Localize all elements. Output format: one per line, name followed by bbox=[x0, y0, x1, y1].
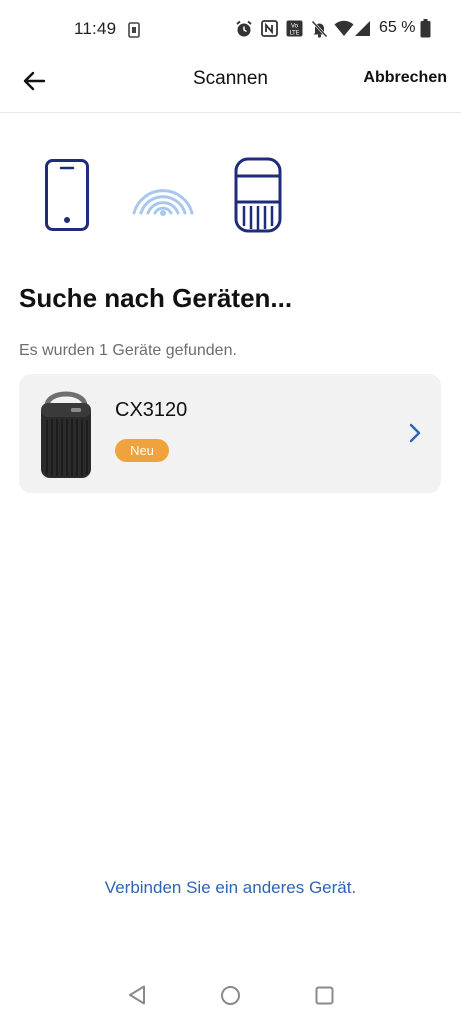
device-card[interactable]: CX3120 Neu bbox=[19, 374, 441, 493]
device-image bbox=[41, 391, 91, 478]
battery-percent: 65 % bbox=[379, 19, 416, 36]
air-purifier-icon bbox=[234, 157, 282, 233]
wireless-signal-icon bbox=[132, 189, 194, 216]
status-time: 11:49 bbox=[74, 19, 117, 38]
connect-other-device-link[interactable]: Verbinden Sie ein anderes Gerät. bbox=[0, 878, 461, 898]
device-name: CX3120 bbox=[115, 399, 188, 421]
back-triangle-icon[interactable] bbox=[127, 984, 147, 1006]
battery-icon bbox=[420, 19, 431, 38]
mute-icon bbox=[311, 20, 328, 38]
nfc-icon bbox=[261, 20, 278, 37]
svg-text:Vo: Vo bbox=[291, 23, 299, 30]
recents-square-icon[interactable] bbox=[315, 986, 334, 1005]
phone-icon bbox=[45, 159, 89, 231]
devices-found-text: Es wurden 1 Geräte gefunden. bbox=[19, 342, 237, 359]
wifi-icon bbox=[334, 20, 354, 36]
new-badge: Neu bbox=[115, 439, 169, 462]
search-title: Suche nach Geräten... bbox=[19, 283, 293, 313]
status-bar: 11:49 Vo LTE 65 % bbox=[0, 0, 461, 58]
chevron-right-icon bbox=[409, 423, 421, 443]
header: Scannen Abbrechen bbox=[0, 58, 461, 113]
sim-card-icon bbox=[128, 22, 140, 38]
alarm-icon bbox=[236, 20, 252, 37]
volte-icon: Vo LTE bbox=[286, 20, 303, 37]
cancel-button[interactable]: Abbrechen bbox=[363, 69, 447, 87]
svg-text:LTE: LTE bbox=[290, 30, 300, 37]
home-circle-icon[interactable] bbox=[220, 985, 241, 1006]
signal-icon bbox=[355, 21, 370, 36]
